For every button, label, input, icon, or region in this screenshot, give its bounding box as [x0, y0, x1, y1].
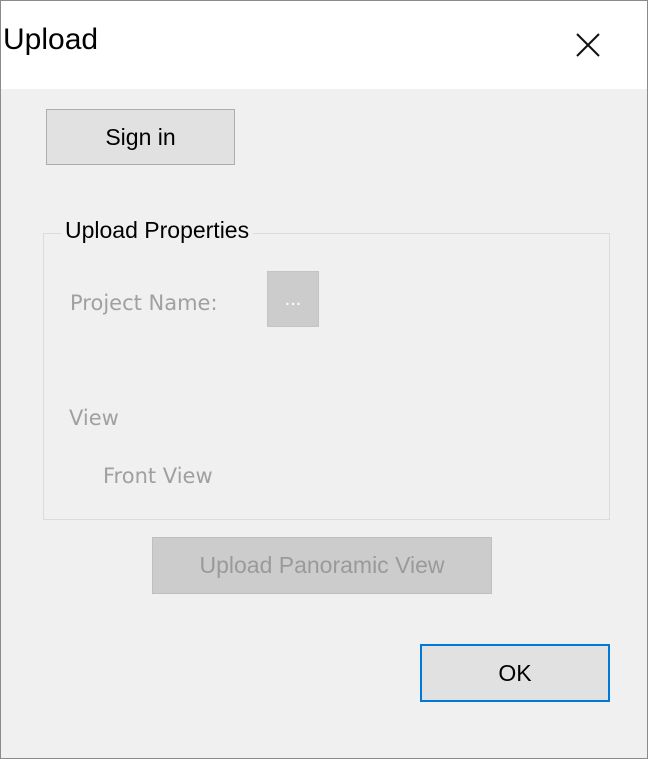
- upload-panoramic-view-button[interactable]: Upload Panoramic View: [152, 537, 492, 594]
- view-label: View: [69, 406, 119, 430]
- dialog-title: Upload: [3, 23, 99, 56]
- front-view-option[interactable]: Front View: [103, 464, 213, 488]
- ok-button[interactable]: OK: [420, 644, 610, 702]
- project-browse-button[interactable]: ...: [267, 271, 319, 327]
- sign-in-button[interactable]: Sign in: [46, 109, 235, 165]
- upload-properties-group: Upload Properties Project Name: ... View…: [43, 217, 610, 520]
- title-bar: Upload: [1, 1, 647, 89]
- upload-dialog: Upload Sign in Upload Properties Project…: [0, 0, 648, 759]
- close-button[interactable]: [559, 17, 617, 73]
- dialog-content: Sign in Upload Properties Project Name: …: [1, 89, 647, 758]
- upload-properties-title: Upload Properties: [61, 217, 254, 244]
- close-icon: [576, 33, 600, 57]
- project-name-label: Project Name:: [70, 291, 218, 315]
